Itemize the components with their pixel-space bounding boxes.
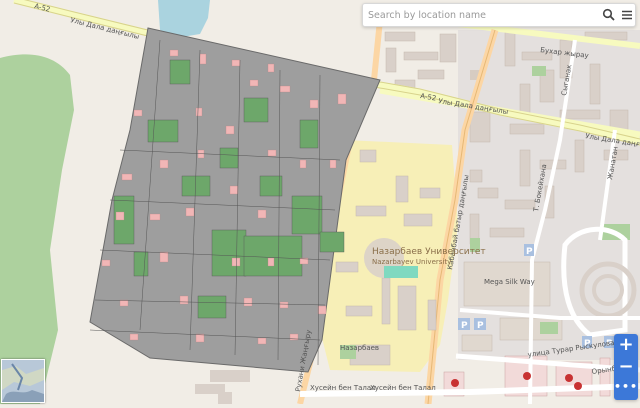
- zoom-controls: + − •••: [614, 334, 638, 400]
- street-label-b2: Хусейн бен Талал: [310, 384, 376, 392]
- university-label: Назарбаев Университет: [372, 247, 486, 257]
- mega-label: Mega Silk Way: [484, 278, 535, 286]
- search-icon[interactable]: [601, 7, 617, 23]
- svg-text:P: P: [461, 321, 468, 331]
- minimap-layer-thumbnail[interactable]: [1, 359, 45, 403]
- street-label-b3: Хусейн бен Талал: [370, 384, 436, 392]
- svg-text:P: P: [526, 247, 533, 257]
- small-label: Назарбаев: [340, 344, 379, 352]
- zoom-in-button[interactable]: +: [614, 334, 638, 356]
- svg-text:P: P: [477, 321, 484, 331]
- search-input[interactable]: [363, 4, 598, 26]
- university-sub-label: Nazarbayev University: [372, 258, 451, 266]
- zoom-out-button[interactable]: −: [614, 356, 638, 378]
- search-box: [362, 3, 636, 27]
- map-canvas[interactable]: PP PPP Улы Дала даңғылы A-52 Улы Дала да…: [0, 0, 640, 405]
- menu-icon[interactable]: [619, 7, 635, 23]
- more-options-button[interactable]: •••: [614, 378, 638, 400]
